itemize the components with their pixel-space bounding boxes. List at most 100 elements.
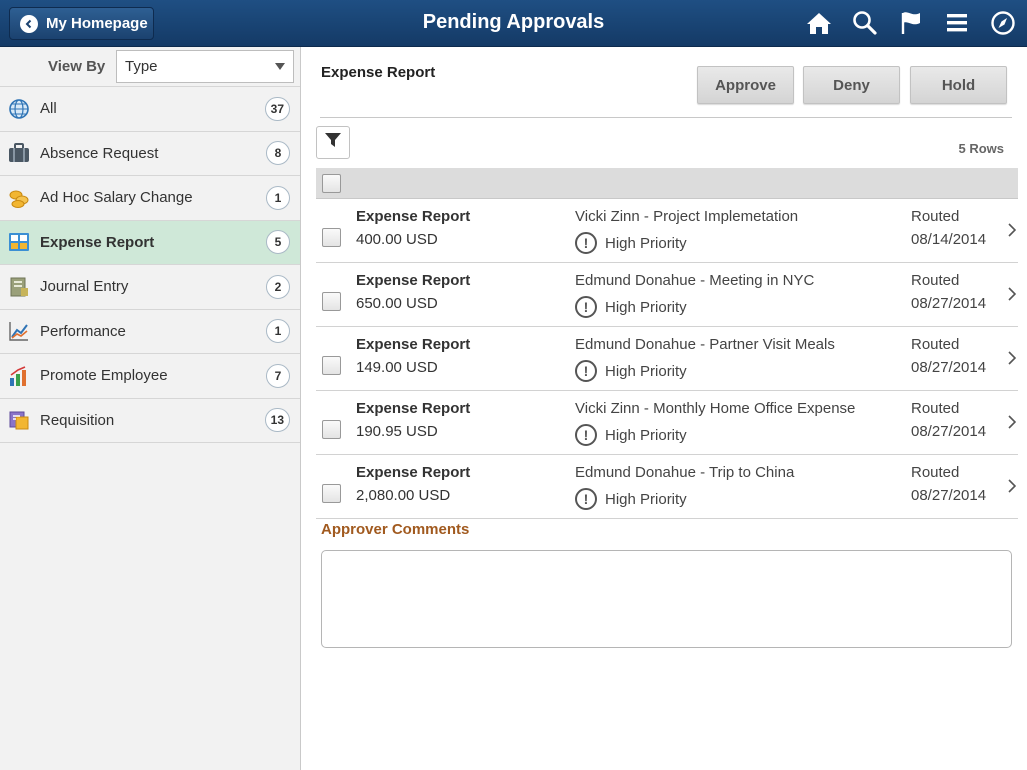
row-status: Routed <box>911 208 960 225</box>
row-status: Routed <box>911 272 960 289</box>
table-row[interactable]: Expense Report 650.00 USD Edmund Donahue… <box>316 263 1018 327</box>
chevron-right-icon <box>1008 287 1017 306</box>
flag-icon[interactable] <box>895 8 927 38</box>
row-priority: ! High Priority <box>575 488 687 510</box>
count-badge: 37 <box>264 96 290 121</box>
row-status: Routed <box>911 464 960 481</box>
sidebar-item-promote-employee[interactable]: Promote Employee 7 <box>0 354 300 399</box>
sidebar-item-label: Expense Report <box>40 233 155 251</box>
view-by-row: View By Type <box>0 47 300 87</box>
deny-button[interactable]: Deny <box>803 66 900 104</box>
sidebar-item-absence-request[interactable]: Absence Request 8 <box>0 132 300 176</box>
back-button-label: My Homepage <box>46 15 148 32</box>
filter-button[interactable] <box>316 126 350 159</box>
row-amount: 149.00 USD <box>356 359 438 376</box>
bar-chart-icon <box>8 365 30 387</box>
row-date: 08/27/2014 <box>911 295 987 312</box>
globe-icon <box>8 98 30 120</box>
top-banner: My Homepage Pending Approvals <box>0 0 1027 47</box>
sidebar-item-expense-report[interactable]: Expense Report 5 <box>0 220 300 265</box>
dropdown-arrow-icon <box>275 58 285 75</box>
row-type: Expense Report <box>356 272 471 289</box>
row-date: 08/27/2014 <box>911 423 987 440</box>
home-icon[interactable] <box>803 8 835 38</box>
row-date: 08/27/2014 <box>911 487 987 504</box>
main-content: Expense Report Approve Deny Hold 5 Rows … <box>301 47 1027 770</box>
row-checkbox[interactable] <box>322 292 341 311</box>
row-priority: ! High Priority <box>575 360 687 382</box>
priority-label: High Priority <box>605 490 687 508</box>
priority-label: High Priority <box>605 298 687 316</box>
expense-icon <box>8 231 30 253</box>
row-status: Routed <box>911 336 960 353</box>
row-description: Vicki Zinn - Project Implemetation <box>575 208 799 225</box>
banner-actions <box>803 8 1019 38</box>
chevron-right-icon <box>1008 479 1017 498</box>
row-description: Edmund Donahue - Trip to China <box>575 464 795 481</box>
row-date: 08/14/2014 <box>911 231 987 248</box>
row-checkbox[interactable] <box>322 484 341 503</box>
sidebar-item-label: Promote Employee <box>40 367 168 385</box>
row-description: Vicki Zinn - Monthly Home Office Expense <box>575 400 856 417</box>
menu-icon[interactable] <box>941 8 973 38</box>
suitcase-icon <box>8 142 30 164</box>
sidebar-item-requisition[interactable]: Requisition 13 <box>0 399 300 443</box>
row-priority: ! High Priority <box>575 296 687 318</box>
row-priority: ! High Priority <box>575 232 687 254</box>
ledger-icon <box>8 276 30 298</box>
grid-header <box>316 168 1018 199</box>
exclamation-icon: ! <box>575 360 597 382</box>
sidebar-item-ad-hoc-salary-change[interactable]: Ad Hoc Salary Change 1 <box>0 176 300 221</box>
hold-button[interactable]: Hold <box>910 66 1007 104</box>
row-checkbox[interactable] <box>322 420 341 439</box>
row-description: Edmund Donahue - Meeting in NYC <box>575 272 815 289</box>
row-amount: 650.00 USD <box>356 295 438 312</box>
priority-label: High Priority <box>605 426 687 444</box>
exclamation-icon: ! <box>575 232 597 254</box>
select-all-checkbox[interactable] <box>322 174 341 193</box>
row-date: 08/27/2014 <box>911 359 987 376</box>
approver-comments-field[interactable] <box>321 550 1012 648</box>
requisition-icon <box>8 409 30 431</box>
priority-label: High Priority <box>605 362 687 380</box>
table-row[interactable]: Expense Report 149.00 USD Edmund Donahue… <box>316 327 1018 391</box>
row-type: Expense Report <box>356 336 471 353</box>
table-row[interactable]: Expense Report 190.95 USD Vicki Zinn - M… <box>316 391 1018 455</box>
chevron-right-icon <box>1008 223 1017 242</box>
line-chart-icon <box>8 320 30 342</box>
search-icon[interactable] <box>849 8 881 38</box>
row-type: Expense Report <box>356 464 471 481</box>
chevron-left-icon <box>20 14 38 33</box>
sidebar-item-label: Journal Entry <box>40 278 129 296</box>
count-badge: 2 <box>266 274 290 299</box>
chevron-right-icon <box>1008 351 1017 370</box>
navbar-icon[interactable] <box>987 8 1019 38</box>
my-homepage-button[interactable]: My Homepage <box>9 7 154 40</box>
approve-button[interactable]: Approve <box>697 66 794 104</box>
exclamation-icon: ! <box>575 488 597 510</box>
count-badge: 7 <box>266 363 290 388</box>
chevron-right-icon <box>1008 415 1017 434</box>
sidebar-item-label: Performance <box>40 322 126 340</box>
sidebar-item-all[interactable]: All 37 <box>0 87 300 132</box>
table-row[interactable]: Expense Report 400.00 USD Vicki Zinn - P… <box>316 199 1018 263</box>
row-description: Edmund Donahue - Partner Visit Meals <box>575 336 835 353</box>
row-checkbox[interactable] <box>322 228 341 247</box>
view-by-label: View By <box>48 58 106 75</box>
row-checkbox[interactable] <box>322 356 341 375</box>
view-by-select[interactable]: Type <box>116 50 294 83</box>
view-by-value: Type <box>125 58 158 75</box>
filter-icon <box>325 132 341 153</box>
sidebar-item-label: Requisition <box>40 411 115 429</box>
exclamation-icon: ! <box>575 296 597 318</box>
divider <box>320 117 1012 118</box>
sidebar-item-performance[interactable]: Performance 1 <box>0 310 300 354</box>
approver-comments-label: Approver Comments <box>321 521 470 538</box>
sidebar: View By Type All 37 Absence Request 8 Ad… <box>0 47 301 770</box>
section-title: Expense Report <box>321 64 436 81</box>
row-amount: 190.95 USD <box>356 423 438 440</box>
sidebar-item-journal-entry[interactable]: Journal Entry 2 <box>0 265 300 310</box>
table-row[interactable]: Expense Report 2,080.00 USD Edmund Donah… <box>316 455 1018 519</box>
sidebar-item-label: All <box>40 100 57 118</box>
row-type: Expense Report <box>356 208 471 225</box>
